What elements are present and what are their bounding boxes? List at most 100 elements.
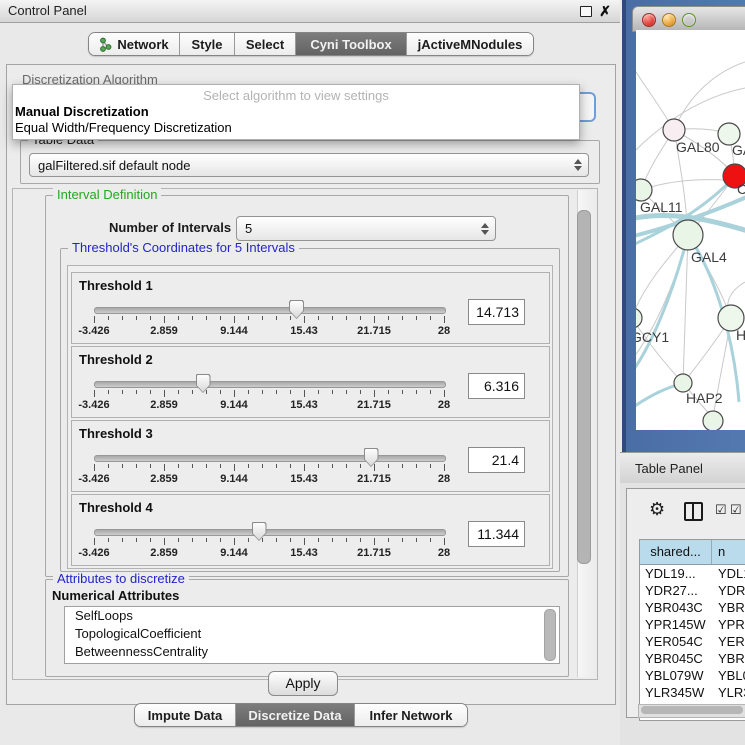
dropdown-option-manual-discretization[interactable]: Manual Discretization bbox=[15, 104, 149, 119]
stepper-icon bbox=[481, 223, 489, 235]
network-window-titlebar[interactable] bbox=[632, 6, 745, 32]
tab-network[interactable]: Network bbox=[89, 33, 180, 55]
tab-style[interactable]: Style bbox=[180, 33, 235, 55]
scale-tick-label: 21.715 bbox=[357, 399, 391, 411]
table-row[interactable]: YBR045C YBR0 bbox=[640, 650, 745, 667]
close-icon[interactable]: ✗ bbox=[599, 2, 611, 20]
float-window-icon[interactable] bbox=[580, 6, 592, 17]
slider-ruler bbox=[94, 464, 444, 472]
node-label-hap2: HAP2 bbox=[686, 390, 723, 406]
vertical-scrollbar-thumb[interactable] bbox=[577, 210, 591, 564]
list-item[interactable]: BetweennessCentrality bbox=[65, 643, 559, 661]
scale-tick-label: 9.144 bbox=[220, 399, 248, 411]
checkbox-icon[interactable]: ☑ bbox=[715, 503, 727, 516]
minimize-traffic-light-icon[interactable] bbox=[662, 13, 676, 27]
gear-icon[interactable]: ⚙ bbox=[649, 500, 665, 518]
tab-select[interactable]: Select bbox=[235, 33, 296, 55]
list-scrollbar-thumb[interactable] bbox=[544, 609, 556, 661]
list-item[interactable]: SelfLoops bbox=[65, 607, 559, 625]
tab-infer-network[interactable]: Infer Network bbox=[355, 704, 467, 726]
cell-name: YPR1 bbox=[712, 616, 745, 633]
table-row[interactable]: YBL079W YBL0 bbox=[640, 667, 745, 684]
threshold-label: Threshold 2 bbox=[79, 352, 153, 367]
scale-tick-label: 9.144 bbox=[220, 325, 248, 337]
slider-scale-labels: -3.4262.8599.14415.4321.71528 bbox=[94, 547, 444, 561]
node-label-ga-cut: GA bbox=[732, 142, 745, 158]
scale-tick-label: 28 bbox=[438, 547, 450, 559]
network-canvas[interactable]: GAL80 GA C GAL11 GAL4 GCY1 H HAP2 bbox=[636, 30, 745, 430]
thresholds-group: Threshold's Coordinates for 5 Intervals … bbox=[60, 248, 560, 572]
column-header-name[interactable]: n bbox=[712, 540, 745, 564]
tab-cyni-toolbox[interactable]: Cyni Toolbox bbox=[296, 33, 407, 55]
tab-jactivemnodules[interactable]: jActiveMNodules bbox=[407, 33, 533, 55]
cell-name: YLR3 bbox=[712, 684, 745, 701]
table-row[interactable]: YLR345W YLR3 bbox=[640, 684, 745, 701]
list-item[interactable]: TopologicalCoefficient bbox=[65, 625, 559, 643]
dropdown-option-equal-width[interactable]: Equal Width/Frequency Discretization bbox=[15, 120, 232, 135]
slider-track[interactable] bbox=[94, 455, 446, 462]
scale-tick-label: 15.43 bbox=[290, 399, 318, 411]
threshold-label: Threshold 4 bbox=[79, 500, 153, 515]
network-graph: GAL80 GA C GAL11 GAL4 GCY1 H HAP2 bbox=[636, 30, 745, 430]
split-columns-icon[interactable] bbox=[684, 502, 703, 521]
scale-tick-label: 9.144 bbox=[220, 473, 248, 485]
threshold-slider[interactable]: -3.4262.8599.14415.4321.71528 bbox=[94, 299, 444, 343]
threshold-value-input[interactable] bbox=[468, 373, 525, 399]
horizontal-scrollbar[interactable] bbox=[638, 704, 745, 718]
column-header-shared-name[interactable]: shared... bbox=[640, 540, 712, 564]
scale-tick-label: 9.144 bbox=[220, 547, 248, 559]
table-rows: YDL19... YDL1 YDR27... YDR2 YBR043C YBR0 bbox=[640, 565, 745, 718]
tab-impute-data[interactable]: Impute Data bbox=[135, 704, 236, 726]
tab-discretize-data[interactable]: Discretize Data bbox=[236, 704, 355, 726]
threshold-value-input[interactable] bbox=[468, 299, 525, 325]
threshold-slider[interactable]: -3.4262.8599.14415.4321.71528 bbox=[94, 521, 444, 565]
cell-name: YDR2 bbox=[712, 582, 745, 599]
cell-shared-name: YBR045C bbox=[640, 650, 712, 667]
checkbox-icon[interactable]: ☑ bbox=[730, 503, 742, 516]
close-traffic-light-icon[interactable] bbox=[642, 13, 656, 27]
threshold-slider[interactable]: -3.4262.8599.14415.4321.71528 bbox=[94, 447, 444, 491]
table-row[interactable]: YDR27... YDR2 bbox=[640, 582, 745, 599]
threshold-slider[interactable]: -3.4262.8599.14415.4321.71528 bbox=[94, 373, 444, 417]
thresholds-group-title: Threshold's Coordinates for 5 Intervals bbox=[68, 241, 299, 255]
apply-button[interactable]: Apply bbox=[268, 671, 338, 696]
cell-name: YBR0 bbox=[712, 599, 745, 616]
node-label-gal80: GAL80 bbox=[676, 139, 720, 155]
tab-select-label: Select bbox=[246, 37, 284, 52]
threshold-label: Threshold 3 bbox=[79, 426, 153, 441]
table-data-combobox[interactable]: galFiltered.sif default node bbox=[29, 153, 589, 177]
scale-tick-label: 21.715 bbox=[357, 547, 391, 559]
table-row[interactable]: YDL19... YDL1 bbox=[640, 565, 745, 582]
slider-track[interactable] bbox=[94, 307, 446, 314]
algorithm-dropdown-popup: Select algorithm to view settings Manual… bbox=[12, 84, 580, 140]
control-panel-titlebar: Control Panel ✗ bbox=[0, 0, 620, 23]
threshold-value-input[interactable] bbox=[468, 521, 525, 547]
cell-shared-name: YER054C bbox=[640, 633, 712, 650]
scale-tick-label: 15.43 bbox=[290, 325, 318, 337]
threshold-row: Threshold 3 -3.4262.8599.14415.4321.7152… bbox=[71, 420, 550, 492]
dropdown-prompt[interactable]: Select algorithm to view settings bbox=[13, 88, 579, 103]
cell-shared-name: YBR043C bbox=[640, 599, 712, 616]
slider-ruler bbox=[94, 316, 444, 324]
node-attribute-table[interactable]: shared... n YDL19... YDL1 YDR27... YDR2 bbox=[639, 539, 745, 721]
table-row[interactable]: YPR145W YPR1 bbox=[640, 616, 745, 633]
slider-track[interactable] bbox=[94, 381, 446, 388]
zoom-traffic-light-icon[interactable] bbox=[682, 13, 696, 27]
horizontal-scrollbar-thumb[interactable] bbox=[641, 706, 743, 714]
number-of-intervals-combobox[interactable]: 5 bbox=[236, 216, 496, 241]
threshold-row: Threshold 2 -3.4262.8599.14415.4321.7152… bbox=[71, 346, 550, 418]
table-row[interactable]: YBR043C YBR0 bbox=[640, 599, 745, 616]
node-label-c-cut: C bbox=[737, 181, 745, 197]
scale-tick-label: 28 bbox=[438, 325, 450, 337]
numerical-attributes-list[interactable]: SelfLoops TopologicalCoefficient Between… bbox=[64, 606, 560, 664]
scale-tick-label: -3.426 bbox=[78, 547, 109, 559]
scale-tick-label: 28 bbox=[438, 473, 450, 485]
cell-shared-name: YPR145W bbox=[640, 616, 712, 633]
threshold-value-input[interactable] bbox=[468, 447, 525, 473]
vertical-scrollbar[interactable] bbox=[577, 190, 595, 677]
network-icon bbox=[99, 37, 112, 52]
scale-tick-label: 15.43 bbox=[290, 473, 318, 485]
slider-scale-labels: -3.4262.8599.14415.4321.71528 bbox=[94, 325, 444, 339]
slider-track[interactable] bbox=[94, 529, 446, 536]
table-row[interactable]: YER054C YER0 bbox=[640, 633, 745, 650]
